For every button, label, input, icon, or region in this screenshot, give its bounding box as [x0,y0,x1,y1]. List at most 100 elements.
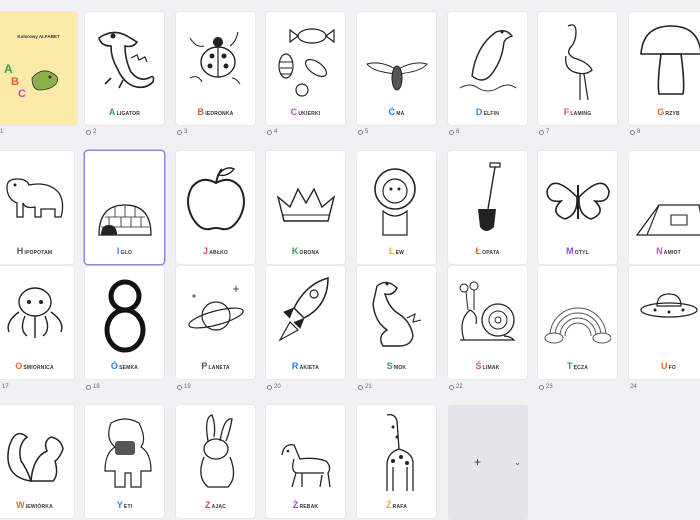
page-thumbnail[interactable]: WIEWIÓRKA [0,405,74,518]
caption-initial: G [657,107,665,117]
page-number: 19 [177,384,191,390]
caption-initial: Ż [292,500,299,510]
page-thumbnail[interactable]: ŁOPATA [448,151,527,264]
page-grid: Kolorowy ALFABET A B C 1 ALIGATOR 2 BIED… [0,0,700,520]
caption-initial: J [203,246,209,256]
foal-illustration [281,444,331,488]
caption-initial: Ś [475,361,482,371]
page-thumbnail[interactable]: SMOK [357,266,436,379]
caption-rest: LIGATOR [116,111,141,117]
comment-icon[interactable] [177,129,182,135]
page-thumbnail[interactable]: BIEDRONKA [176,12,255,125]
caption-initial: M [566,246,574,256]
page-thumbnail[interactable]: RAKIETA [266,266,345,379]
page-thumbnail[interactable]: FLAMING [538,12,617,125]
caption-rest: GLO [120,250,133,256]
comment-icon[interactable] [539,384,544,390]
comment-icon[interactable] [539,129,544,135]
rocket-illustration [278,277,329,342]
page-thumbnail[interactable]: UFO [629,266,700,379]
caption-initial: Ó [110,361,119,371]
comment-icon[interactable] [86,129,91,135]
page-thumbnail[interactable]: ŹRAFA [357,405,436,518]
page-thumbnail[interactable]: JABŁKO [176,151,255,264]
comment-icon[interactable] [358,129,363,135]
caption-rest: AJĄC [211,504,227,510]
page-thumbnail[interactable]: NAMIOT [629,151,700,264]
page-thumbnail[interactable]: KORONA [266,151,345,264]
caption-rest: AMIOT [663,250,681,256]
page-thumbnail[interactable]: MOTYL [538,151,617,264]
caption-rest: ELFIN [483,111,500,117]
page-thumbnail-cover[interactable]: Kolorowy ALFABET A B C [0,12,77,125]
comment-icon[interactable] [267,384,272,390]
caption-initial: R [291,361,299,371]
page-thumbnail[interactable]: ŻREBAK [266,405,345,518]
tent-illustration [635,204,700,236]
rabbit-illustration [200,414,235,488]
caption-rest: IEDRONKA [205,111,234,117]
page-number: 18 [86,384,100,390]
caption-rest: MOK [393,365,407,371]
add-icon[interactable]: + [474,455,481,469]
page-thumbnail[interactable]: OŚMIORNICA [0,266,74,379]
caption-initial: C [290,107,298,117]
page-thumbnail[interactable]: ZAJĄC [176,405,255,518]
page-caption: HIPOPOTAM [0,246,74,256]
caption-initial: I [116,246,120,256]
caption-initial: O [15,361,23,371]
page-thumbnail[interactable]: DELFIN [448,12,527,125]
caption-rest: EW [395,250,405,256]
page-caption: NAMIOT [629,246,700,256]
caption-rest: SEMKA [119,365,139,371]
page-caption: LEW [357,246,436,256]
page-thumbnail[interactable]: ÓSEMKA [85,266,164,379]
comment-icon[interactable] [86,384,91,390]
caption-initial: U [660,361,668,371]
page-number: 21 [358,384,372,390]
caption-initial: H [16,246,24,256]
page-number: 5 [358,129,368,135]
page-caption: IGLO [85,246,164,256]
caption-rest: AKIETA [299,365,320,371]
rainbow-illustration [544,307,611,344]
ladybug-illustration [189,31,241,85]
comment-icon[interactable] [267,129,272,135]
page-thumbnail[interactable]: YETI [85,405,164,518]
comment-icon[interactable] [358,384,363,390]
page-thumbnail-selected[interactable]: IGLO [85,151,164,264]
page-thumbnail[interactable]: ĆMA [357,12,436,125]
page-thumbnail[interactable]: TĘCZA [538,266,617,379]
page-caption: RAKIETA [266,361,345,371]
comment-icon[interactable] [449,384,454,390]
comment-icon[interactable] [449,129,454,135]
caption-initial: B [197,107,205,117]
page-caption: ŁOPATA [448,246,527,256]
shovel-illustration [478,162,501,231]
chevron-down-icon[interactable]: ⌄ [514,458,521,467]
page-thumbnail[interactable]: HIPOPOTAM [0,151,74,264]
page-caption: UFO [629,361,700,371]
page-thumbnail[interactable]: ŚLIMAK [448,266,527,379]
page-thumbnail[interactable]: GRZYB [629,12,700,125]
dolphin-illustration [459,29,517,92]
add-page-tile[interactable]: + ⌄ [448,405,528,520]
caption-initial: T [566,361,573,371]
page-number: 4 [267,129,277,135]
caption-initial: K [291,246,299,256]
comment-icon[interactable] [630,129,635,135]
caption-initial: Y [116,500,123,510]
mushroom-illustration [640,25,700,95]
page-caption: ĆMA [357,107,436,117]
page-caption: WIEWIÓRKA [0,500,74,510]
page-thumbnail[interactable]: CUKIERKI [266,12,345,125]
comment-icon[interactable] [177,384,182,390]
page-thumbnail[interactable]: ALIGATOR [85,12,164,125]
page-thumbnail[interactable]: PLANETA [176,266,255,379]
caption-initial: Ź [385,500,392,510]
caption-rest: ORONA [299,250,320,256]
page-number: 20 [267,384,281,390]
page-caption: ALIGATOR [85,107,164,117]
page-thumbnail[interactable]: LEW [357,151,436,264]
page-number: 17 [2,384,9,390]
